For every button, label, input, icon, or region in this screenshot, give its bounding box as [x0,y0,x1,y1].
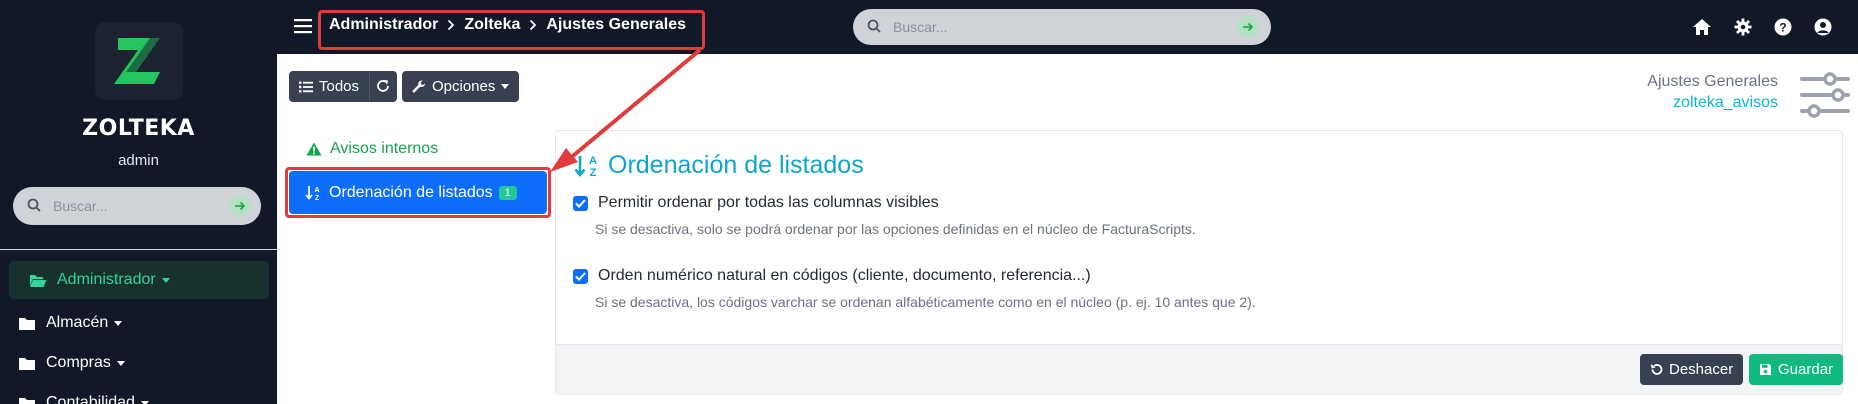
sidebar-search-submit[interactable] [229,195,251,217]
home-button[interactable] [1692,17,1712,37]
folder-icon [19,397,35,404]
logo[interactable] [95,22,183,100]
page-heading: Ajustes Generales zolteka_avisos [1647,71,1778,113]
save-button[interactable]: Guardar [1749,354,1844,385]
brand-name: ZOLTEKA [82,116,195,141]
help-button[interactable]: ? [1773,17,1793,37]
sidebar-divider [0,249,277,250]
page-subtitle: zolteka_avisos [1673,94,1778,111]
warning-icon [306,142,322,156]
list-icon [299,81,313,92]
wrench-icon [412,80,425,93]
arrow-right-icon [235,201,246,211]
sidebar-item-contabilidad[interactable]: Contabilidad [18,391,149,404]
annotation-box-tab [285,167,551,218]
sidebar: ZOLTEKA admin Administrador Almacén [0,0,277,404]
sidebar-item-almacen[interactable]: Almacén [18,311,123,335]
search-icon [27,198,41,212]
topbar-search [853,9,1271,45]
menu-toggle[interactable] [293,17,313,40]
checkbox-orden-natural[interactable] [573,268,588,284]
option-orden-natural[interactable]: Orden numérico natural en códigos (clien… [573,267,1091,285]
hamburger-icon [294,19,312,34]
refresh-icon [377,79,389,92]
undo-button[interactable]: Deshacer [1640,354,1744,385]
sidebar-item-compras[interactable]: Compras [18,351,125,375]
options-button[interactable]: Opciones [402,71,520,102]
zolteka-logo-icon [114,38,162,84]
option-ordenar-columnas[interactable]: Permitir ordenar por todas las columnas … [573,194,939,212]
list-button-group: Todos [289,71,397,102]
svg-text:?: ? [1779,21,1786,35]
folder-icon [19,317,35,330]
sort-icon: A Z [574,155,597,178]
help-ordenar-columnas: Si se desactiva, solo se podrá ordenar p… [595,221,1196,237]
user-button[interactable] [1813,17,1833,37]
help-icon: ? [1774,18,1792,36]
gear-icon [1734,18,1752,36]
card-title: A Z Ordenación de listados [574,151,864,180]
refresh-button[interactable] [376,79,390,98]
check-icon [575,198,586,208]
settings-button[interactable] [1733,17,1753,37]
topbar-search-input[interactable] [893,17,1193,37]
check-icon [575,271,586,281]
checkbox-ordenar-columnas[interactable] [573,195,588,211]
sidebar-search [13,187,261,225]
topbar-search-submit[interactable] [1237,16,1259,38]
help-orden-natural: Si se desactiva, los códigos varchar se … [595,294,1256,310]
user-icon [1814,18,1832,36]
search-icon [867,19,881,33]
sliders-icon [1800,72,1850,123]
page-title: Ajustes Generales [1647,73,1778,90]
undo-icon [1651,364,1663,375]
sidebar-item-administrador[interactable]: Administrador [29,268,170,292]
all-button[interactable]: Todos [299,71,359,102]
arrow-right-icon [1243,22,1254,32]
folder-icon [19,357,35,370]
annotation-box-breadcrumb [318,10,705,50]
svg-text:Z: Z [590,167,597,178]
tab-avisos-internos[interactable]: Avisos internos [306,140,438,158]
folder-open-icon [30,274,47,287]
svg-text:A: A [589,155,597,167]
user-name: admin [118,152,159,169]
save-icon [1760,364,1771,375]
sidebar-search-input[interactable] [53,196,223,216]
home-icon [1693,19,1711,35]
